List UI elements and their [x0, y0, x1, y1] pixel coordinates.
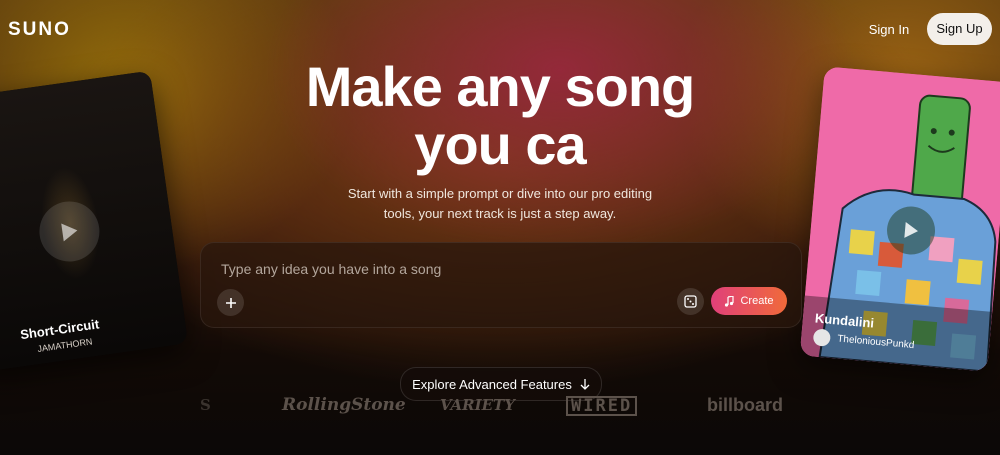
- hero-subtitle-line-2: tools, your next track is just a step aw…: [383, 206, 617, 221]
- create-button[interactable]: Create: [711, 287, 787, 315]
- press-logo-partial: S: [200, 396, 211, 414]
- plus-icon: [225, 297, 236, 308]
- sign-in-button[interactable]: Sign In: [862, 17, 916, 43]
- suno-logo[interactable]: SUNO: [8, 19, 71, 41]
- explore-label: Explore Advanced Features: [412, 376, 572, 392]
- rolling-stone-logo: RollingStone: [282, 395, 406, 415]
- wired-logo: WIRED: [566, 396, 638, 416]
- play-icon: [904, 221, 918, 238]
- hero-title: Make any song you ca: [0, 58, 1000, 174]
- variety-logo: VARIETY: [440, 396, 515, 414]
- hero-subtitle: Start with a simple prompt or dive into …: [330, 184, 670, 224]
- play-icon: [61, 223, 78, 242]
- music-note-icon: [725, 295, 735, 307]
- hero-title-line-1: Make any song: [305, 55, 695, 118]
- add-button[interactable]: [217, 289, 244, 316]
- dice-icon: [684, 295, 697, 308]
- random-idea-button[interactable]: [677, 288, 704, 315]
- sign-up-button[interactable]: Sign Up: [927, 13, 992, 45]
- top-navigation: SUNO Sign In Sign Up: [0, 0, 1000, 58]
- arrow-down-icon: [580, 379, 590, 390]
- hero-subtitle-line-1: Start with a simple prompt or dive into …: [347, 186, 653, 201]
- song-prompt-input[interactable]: [219, 258, 783, 280]
- hero-title-line-2: you ca: [414, 113, 586, 176]
- billboard-logo: billboard: [707, 395, 783, 415]
- create-button-label: Create: [740, 295, 774, 307]
- song-prompt-box: Create: [200, 242, 802, 328]
